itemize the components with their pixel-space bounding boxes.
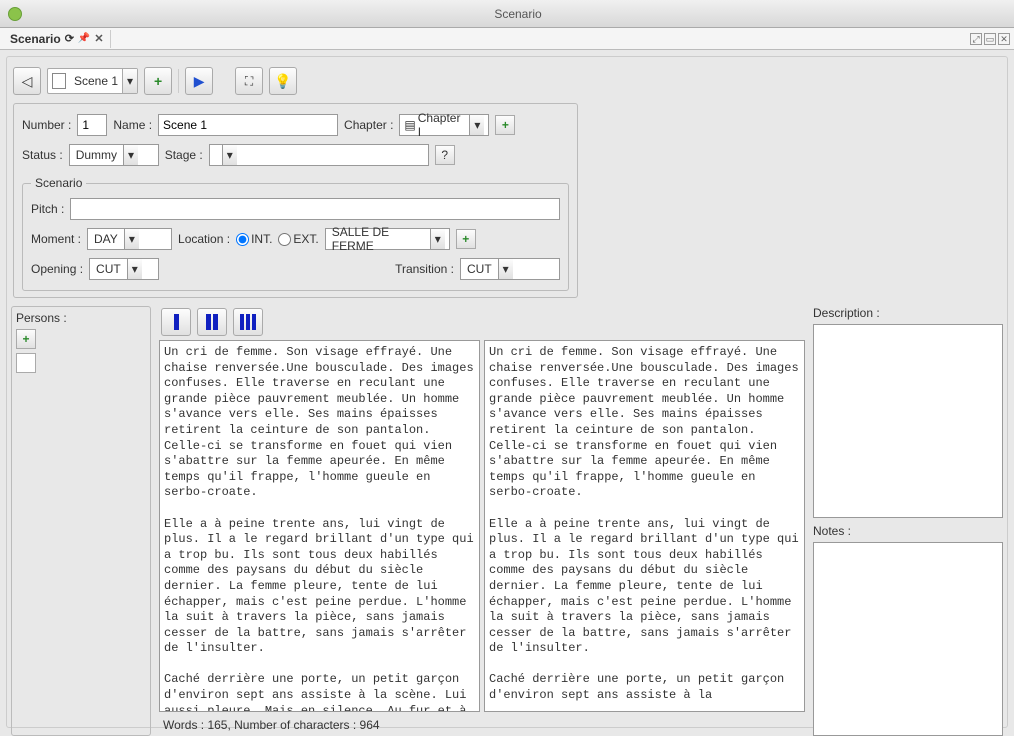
location-select[interactable]: SALLE DE FERME ▾ [325, 228, 450, 250]
column-toolbar [157, 306, 807, 338]
add-person-button[interactable]: + [16, 329, 36, 349]
number-label: Number : [22, 118, 71, 132]
close-tab-icon[interactable]: ✕ [94, 32, 103, 45]
notes-label: Notes : [813, 524, 1003, 538]
chevron-down-icon[interactable]: ▾ [222, 145, 237, 165]
fullscreen-button[interactable]: ⛶ [235, 67, 263, 95]
int-radio-input[interactable] [236, 233, 249, 246]
document-tabbar: Scenario ⟳ 📌 ✕ ⤢ ▭ ✕ [0, 28, 1014, 50]
int-radio-label: INT. [251, 232, 272, 246]
back-button[interactable]: ◁ [13, 67, 41, 95]
opening-label: Opening : [31, 262, 83, 276]
moment-label: Moment : [31, 232, 81, 246]
name-label: Name : [113, 118, 152, 132]
transition-select[interactable]: CUT ▾ [460, 258, 560, 280]
refresh-icon[interactable]: ⟳ [65, 32, 74, 45]
chapter-label: Chapter : [344, 118, 393, 132]
stage-select[interactable]: ▾ [209, 144, 429, 166]
chapter-value: Chapter I [416, 111, 470, 139]
chevron-down-icon[interactable]: ▾ [123, 145, 138, 165]
document-icon [52, 73, 66, 89]
add-scene-button[interactable]: + [144, 67, 172, 95]
idea-button[interactable]: 💡 [269, 67, 297, 95]
moment-select[interactable]: DAY ▾ [87, 228, 172, 250]
three-column-button[interactable] [233, 308, 263, 336]
main-toolbar: ◁ Scene 1 ▾ + ▶ ⛶ 💡 [11, 61, 1003, 101]
stage-label: Stage : [165, 148, 203, 162]
pitch-label: Pitch : [31, 202, 64, 216]
chevron-down-icon[interactable]: ▾ [469, 115, 484, 135]
chevron-down-icon[interactable]: ▾ [430, 229, 445, 249]
chevron-down-icon[interactable]: ▾ [122, 69, 137, 93]
chevron-down-icon[interactable]: ▾ [498, 259, 513, 279]
transition-value: CUT [465, 262, 498, 276]
two-column-button[interactable] [197, 308, 227, 336]
chevron-down-icon[interactable]: ▾ [124, 229, 139, 249]
description-label: Description : [813, 306, 1003, 320]
opening-value: CUT [94, 262, 127, 276]
one-column-button[interactable] [161, 308, 191, 336]
stage-help-button[interactable]: ? [435, 145, 455, 165]
status-line: Words : 165, Number of characters : 964 [157, 714, 807, 736]
separator [178, 69, 179, 93]
tab-scenario[interactable]: Scenario ⟳ 📌 ✕ [4, 30, 111, 48]
window-close-icon[interactable] [8, 7, 22, 21]
persons-panel: Persons : + [11, 306, 151, 736]
editor-right[interactable]: Un cri de femme. Son visage effrayé. Une… [484, 340, 805, 712]
person-placeholder-button[interactable] [16, 353, 36, 373]
scene-selector[interactable]: Scene 1 ▾ [47, 68, 138, 94]
window-titlebar: Scenario [0, 0, 1014, 28]
persons-label: Persons : [16, 311, 146, 325]
description-panel: Description : [813, 306, 1003, 518]
restore-icon[interactable]: ⤢ [970, 33, 982, 45]
close-icon[interactable]: ✕ [998, 33, 1010, 45]
status-label: Status : [22, 148, 63, 162]
description-textarea[interactable] [813, 324, 1003, 518]
right-sidebar: Description : Notes : [813, 306, 1003, 736]
status-value: Dummy [74, 148, 123, 162]
moment-value: DAY [92, 232, 124, 246]
chapter-select[interactable]: ▤ Chapter I ▾ [399, 114, 489, 136]
opening-select[interactable]: CUT ▾ [89, 258, 159, 280]
ext-radio-label: EXT. [293, 232, 318, 246]
tab-label: Scenario [10, 32, 61, 46]
scenario-legend: Scenario [31, 176, 86, 190]
chevron-down-icon[interactable]: ▾ [127, 259, 142, 279]
add-chapter-button[interactable]: + [495, 115, 515, 135]
scenario-fieldset: Scenario Pitch : Moment : DAY ▾ Location… [22, 176, 569, 291]
location-label: Location : [178, 232, 230, 246]
scene-selector-label: Scene 1 [70, 74, 122, 88]
minimize-icon[interactable]: ▭ [984, 33, 996, 45]
main-panel: ◁ Scene 1 ▾ + ▶ ⛶ 💡 Number : Name : Chap… [6, 56, 1008, 728]
status-select[interactable]: Dummy ▾ [69, 144, 159, 166]
book-icon: ▤ [404, 118, 415, 132]
pitch-input[interactable] [70, 198, 560, 220]
play-button[interactable]: ▶ [185, 67, 213, 95]
location-value: SALLE DE FERME [330, 225, 430, 253]
number-input[interactable] [77, 114, 107, 136]
scene-form: Number : Name : Chapter : ▤ Chapter I ▾ … [13, 103, 578, 298]
notes-textarea[interactable] [813, 542, 1003, 736]
notes-panel: Notes : [813, 524, 1003, 736]
name-input[interactable] [158, 114, 338, 136]
ext-radio-input[interactable] [278, 233, 291, 246]
tabbar-window-controls: ⤢ ▭ ✕ [970, 33, 1010, 45]
transition-label: Transition : [395, 262, 454, 276]
ext-radio[interactable]: EXT. [278, 232, 318, 246]
pin-icon[interactable]: 📌 [78, 33, 90, 44]
add-location-button[interactable]: + [456, 229, 476, 249]
int-radio[interactable]: INT. [236, 232, 272, 246]
window-title: Scenario [30, 7, 1006, 21]
editor-left[interactable]: Un cri de femme. Son visage effrayé. Une… [159, 340, 480, 712]
editor-panel: Un cri de femme. Son visage effrayé. Une… [157, 306, 807, 736]
